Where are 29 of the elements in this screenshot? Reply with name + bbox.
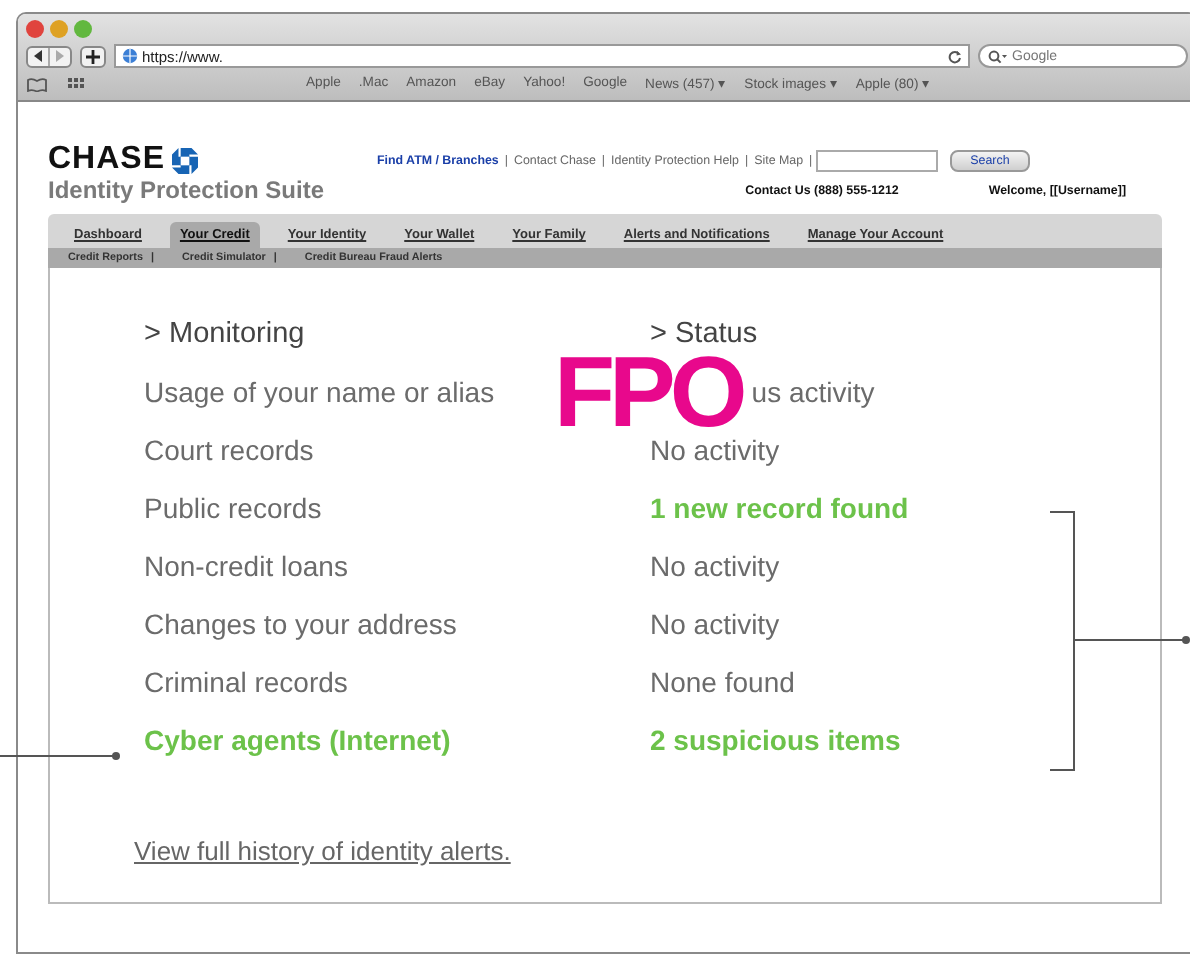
globe-icon <box>122 48 138 64</box>
reload-icon[interactable] <box>948 49 962 63</box>
status-text: None found <box>650 664 797 700</box>
suite-title: Identity Protection Suite <box>48 176 325 204</box>
monitored-item: Public records <box>144 490 324 526</box>
search-icon <box>988 49 1008 63</box>
column-heading: > Monitoring <box>144 316 307 352</box>
monitored-item: Non-credit loans <box>144 548 350 584</box>
close-button[interactable] <box>26 20 44 38</box>
status-text: us activity <box>751 374 875 410</box>
chase-logo[interactable]: CHASE <box>48 142 198 178</box>
status-text: No activity <box>650 432 782 468</box>
status-text: No activity <box>650 606 782 642</box>
grid-icon[interactable] <box>68 77 88 91</box>
status-text: 2 suspicious items <box>650 722 903 758</box>
add-bookmark-button[interactable] <box>80 45 106 67</box>
history-link[interactable]: View full history of identity alerts. <box>134 836 511 866</box>
monitored-item: Criminal records <box>144 664 350 700</box>
leader-line <box>0 752 120 760</box>
status-text: 1 new record found <box>650 490 911 526</box>
status-text: No activity <box>650 548 782 584</box>
column-heading: > Status <box>650 316 760 352</box>
placeholder-mark: FPO <box>554 348 743 436</box>
octagon-logo-icon <box>171 147 198 173</box>
monitored-item: Cyber agents (Internet) <box>144 722 453 758</box>
monitored-item: Court records <box>144 432 316 468</box>
book-icon[interactable] <box>26 77 48 91</box>
monitored-item: Changes to your address <box>144 606 459 642</box>
site-search-field[interactable] <box>816 149 939 171</box>
